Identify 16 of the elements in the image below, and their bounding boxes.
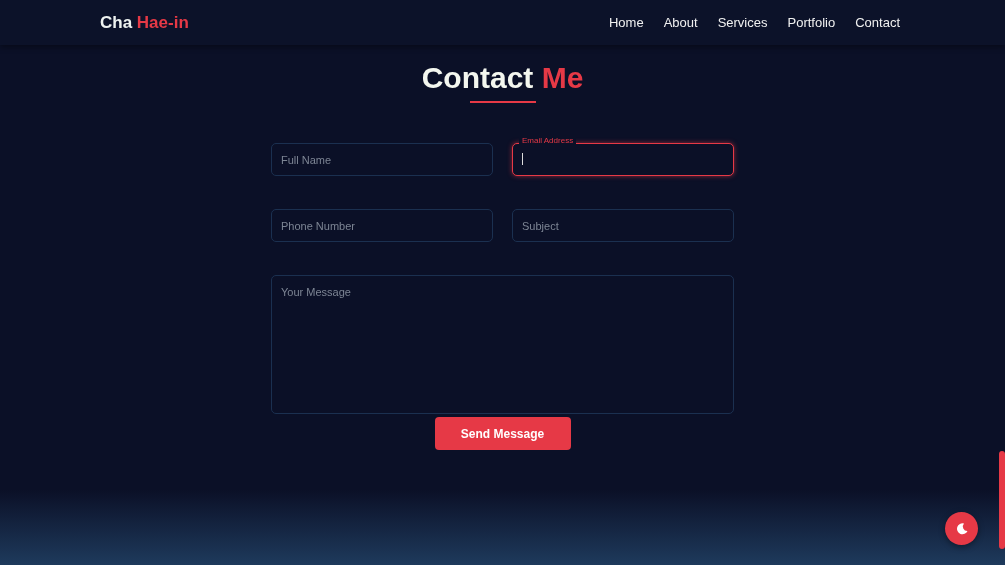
message-field[interactable]: Your Message (271, 275, 734, 414)
input-field[interactable] (512, 143, 734, 176)
section-title: Contact Me (421, 60, 584, 96)
nav-link[interactable]: Contact (855, 15, 900, 30)
nav-link[interactable]: Portfolio (787, 15, 836, 30)
logo[interactable]: Cha Hae-in (100, 12, 189, 33)
moon-icon (954, 521, 969, 536)
input-field[interactable]: Full Name (271, 143, 493, 176)
nav-link[interactable]: Home (608, 15, 644, 30)
nav-link[interactable]: Services (717, 15, 768, 30)
nav-link[interactable]: About (663, 15, 698, 30)
input-field[interactable]: Subject (512, 209, 734, 242)
scrollbar-thumb[interactable] (999, 451, 1005, 549)
field-label: Email Address (519, 135, 577, 147)
input-field[interactable]: Phone Number (271, 209, 493, 242)
send-button[interactable]: Send Message (434, 417, 571, 450)
